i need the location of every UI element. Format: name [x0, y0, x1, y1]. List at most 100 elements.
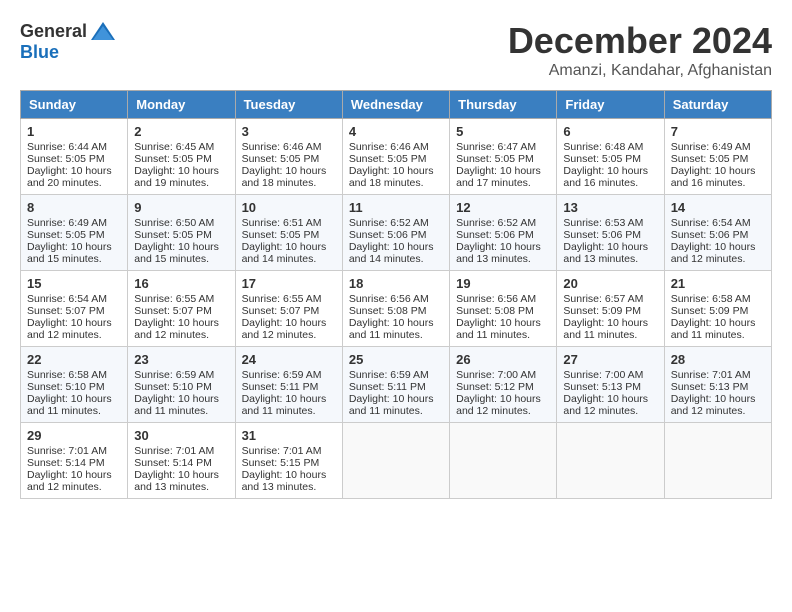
day-sunset-16: Sunset: 5:07 PM — [134, 305, 212, 317]
day-number-26: 26 — [456, 352, 550, 367]
day-cell-29: 29 Sunrise: 7:01 AM Sunset: 5:14 PM Dayl… — [21, 423, 128, 499]
week-row-4: 22 Sunrise: 6:58 AM Sunset: 5:10 PM Dayl… — [21, 347, 772, 423]
day-sunrise-5: Sunrise: 6:47 AM — [456, 141, 536, 153]
day-daylight-5: Daylight: 10 hours and 17 minutes. — [456, 165, 541, 189]
day-sunrise-2: Sunrise: 6:45 AM — [134, 141, 214, 153]
title-area: December 2024 Amanzi, Kandahar, Afghanis… — [508, 20, 772, 80]
day-cell-8: 8 Sunrise: 6:49 AM Sunset: 5:05 PM Dayli… — [21, 195, 128, 271]
day-sunset-5: Sunset: 5:05 PM — [456, 153, 534, 165]
day-daylight-18: Daylight: 10 hours and 11 minutes. — [349, 317, 434, 341]
day-cell-1: 1 Sunrise: 6:44 AM Sunset: 5:05 PM Dayli… — [21, 119, 128, 195]
day-sunrise-30: Sunrise: 7:01 AM — [134, 445, 214, 457]
logo: General Blue — [20, 20, 117, 63]
day-daylight-27: Daylight: 10 hours and 12 minutes. — [563, 393, 648, 417]
day-cell-30: 30 Sunrise: 7:01 AM Sunset: 5:14 PM Dayl… — [128, 423, 235, 499]
day-number-13: 13 — [563, 200, 657, 215]
day-daylight-12: Daylight: 10 hours and 13 minutes. — [456, 241, 541, 265]
day-number-11: 11 — [349, 200, 443, 215]
day-cell-11: 11 Sunrise: 6:52 AM Sunset: 5:06 PM Dayl… — [342, 195, 449, 271]
day-sunrise-21: Sunrise: 6:58 AM — [671, 293, 751, 305]
col-sunday: Sunday — [21, 91, 128, 119]
day-number-23: 23 — [134, 352, 228, 367]
day-cell-9: 9 Sunrise: 6:50 AM Sunset: 5:05 PM Dayli… — [128, 195, 235, 271]
day-daylight-7: Daylight: 10 hours and 16 minutes. — [671, 165, 756, 189]
day-sunrise-19: Sunrise: 6:56 AM — [456, 293, 536, 305]
day-sunset-2: Sunset: 5:05 PM — [134, 153, 212, 165]
day-sunset-25: Sunset: 5:11 PM — [349, 381, 426, 393]
day-sunset-15: Sunset: 5:07 PM — [27, 305, 105, 317]
day-sunset-11: Sunset: 5:06 PM — [349, 229, 427, 241]
day-daylight-20: Daylight: 10 hours and 11 minutes. — [563, 317, 648, 341]
day-cell-20: 20 Sunrise: 6:57 AM Sunset: 5:09 PM Dayl… — [557, 271, 664, 347]
day-sunrise-11: Sunrise: 6:52 AM — [349, 217, 429, 229]
day-sunset-28: Sunset: 5:13 PM — [671, 381, 749, 393]
day-sunrise-31: Sunrise: 7:01 AM — [242, 445, 322, 457]
day-number-8: 8 — [27, 200, 121, 215]
day-cell-3: 3 Sunrise: 6:46 AM Sunset: 5:05 PM Dayli… — [235, 119, 342, 195]
day-daylight-3: Daylight: 10 hours and 18 minutes. — [242, 165, 327, 189]
day-sunrise-15: Sunrise: 6:54 AM — [27, 293, 107, 305]
day-sunrise-29: Sunrise: 7:01 AM — [27, 445, 107, 457]
day-sunrise-17: Sunrise: 6:55 AM — [242, 293, 322, 305]
day-cell-18: 18 Sunrise: 6:56 AM Sunset: 5:08 PM Dayl… — [342, 271, 449, 347]
empty-cell-4 — [664, 423, 771, 499]
logo-icon — [89, 20, 117, 42]
day-daylight-26: Daylight: 10 hours and 12 minutes. — [456, 393, 541, 417]
day-daylight-6: Daylight: 10 hours and 16 minutes. — [563, 165, 648, 189]
col-friday: Friday — [557, 91, 664, 119]
empty-cell-3 — [557, 423, 664, 499]
day-daylight-16: Daylight: 10 hours and 12 minutes. — [134, 317, 219, 341]
day-number-17: 17 — [242, 276, 336, 291]
day-number-22: 22 — [27, 352, 121, 367]
day-sunset-3: Sunset: 5:05 PM — [242, 153, 320, 165]
day-daylight-1: Daylight: 10 hours and 20 minutes. — [27, 165, 112, 189]
day-sunrise-20: Sunrise: 6:57 AM — [563, 293, 643, 305]
day-sunrise-6: Sunrise: 6:48 AM — [563, 141, 643, 153]
day-sunrise-18: Sunrise: 6:56 AM — [349, 293, 429, 305]
day-daylight-8: Daylight: 10 hours and 15 minutes. — [27, 241, 112, 265]
day-number-29: 29 — [27, 428, 121, 443]
day-number-19: 19 — [456, 276, 550, 291]
week-row-1: 1 Sunrise: 6:44 AM Sunset: 5:05 PM Dayli… — [21, 119, 772, 195]
day-sunset-10: Sunset: 5:05 PM — [242, 229, 320, 241]
day-sunset-30: Sunset: 5:14 PM — [134, 457, 212, 469]
col-wednesday: Wednesday — [342, 91, 449, 119]
day-sunset-22: Sunset: 5:10 PM — [27, 381, 105, 393]
day-cell-27: 27 Sunrise: 7:00 AM Sunset: 5:13 PM Dayl… — [557, 347, 664, 423]
day-cell-2: 2 Sunrise: 6:45 AM Sunset: 5:05 PM Dayli… — [128, 119, 235, 195]
col-saturday: Saturday — [664, 91, 771, 119]
day-number-12: 12 — [456, 200, 550, 215]
day-sunset-13: Sunset: 5:06 PM — [563, 229, 641, 241]
day-number-10: 10 — [242, 200, 336, 215]
day-sunrise-23: Sunrise: 6:59 AM — [134, 369, 214, 381]
day-daylight-24: Daylight: 10 hours and 11 minutes. — [242, 393, 327, 417]
day-number-25: 25 — [349, 352, 443, 367]
calendar-header-row: Sunday Monday Tuesday Wednesday Thursday… — [21, 91, 772, 119]
day-sunrise-24: Sunrise: 6:59 AM — [242, 369, 322, 381]
logo-general-text: General — [20, 21, 87, 42]
day-daylight-28: Daylight: 10 hours and 12 minutes. — [671, 393, 756, 417]
header: General Blue December 2024 Amanzi, Kanda… — [20, 20, 772, 80]
day-daylight-29: Daylight: 10 hours and 12 minutes. — [27, 469, 112, 493]
day-sunrise-14: Sunrise: 6:54 AM — [671, 217, 751, 229]
day-sunset-27: Sunset: 5:13 PM — [563, 381, 641, 393]
day-daylight-19: Daylight: 10 hours and 11 minutes. — [456, 317, 541, 341]
day-sunset-18: Sunset: 5:08 PM — [349, 305, 427, 317]
day-sunset-26: Sunset: 5:12 PM — [456, 381, 534, 393]
day-sunset-14: Sunset: 5:06 PM — [671, 229, 749, 241]
day-sunrise-3: Sunrise: 6:46 AM — [242, 141, 322, 153]
day-sunset-23: Sunset: 5:10 PM — [134, 381, 212, 393]
day-cell-6: 6 Sunrise: 6:48 AM Sunset: 5:05 PM Dayli… — [557, 119, 664, 195]
day-sunrise-27: Sunrise: 7:00 AM — [563, 369, 643, 381]
day-daylight-4: Daylight: 10 hours and 18 minutes. — [349, 165, 434, 189]
day-sunset-24: Sunset: 5:11 PM — [242, 381, 319, 393]
day-cell-28: 28 Sunrise: 7:01 AM Sunset: 5:13 PM Dayl… — [664, 347, 771, 423]
calendar: Sunday Monday Tuesday Wednesday Thursday… — [20, 90, 772, 499]
week-row-2: 8 Sunrise: 6:49 AM Sunset: 5:05 PM Dayli… — [21, 195, 772, 271]
day-daylight-30: Daylight: 10 hours and 13 minutes. — [134, 469, 219, 493]
month-title: December 2024 — [508, 20, 772, 62]
day-sunset-7: Sunset: 5:05 PM — [671, 153, 749, 165]
day-sunrise-28: Sunrise: 7:01 AM — [671, 369, 751, 381]
col-monday: Monday — [128, 91, 235, 119]
day-number-15: 15 — [27, 276, 121, 291]
